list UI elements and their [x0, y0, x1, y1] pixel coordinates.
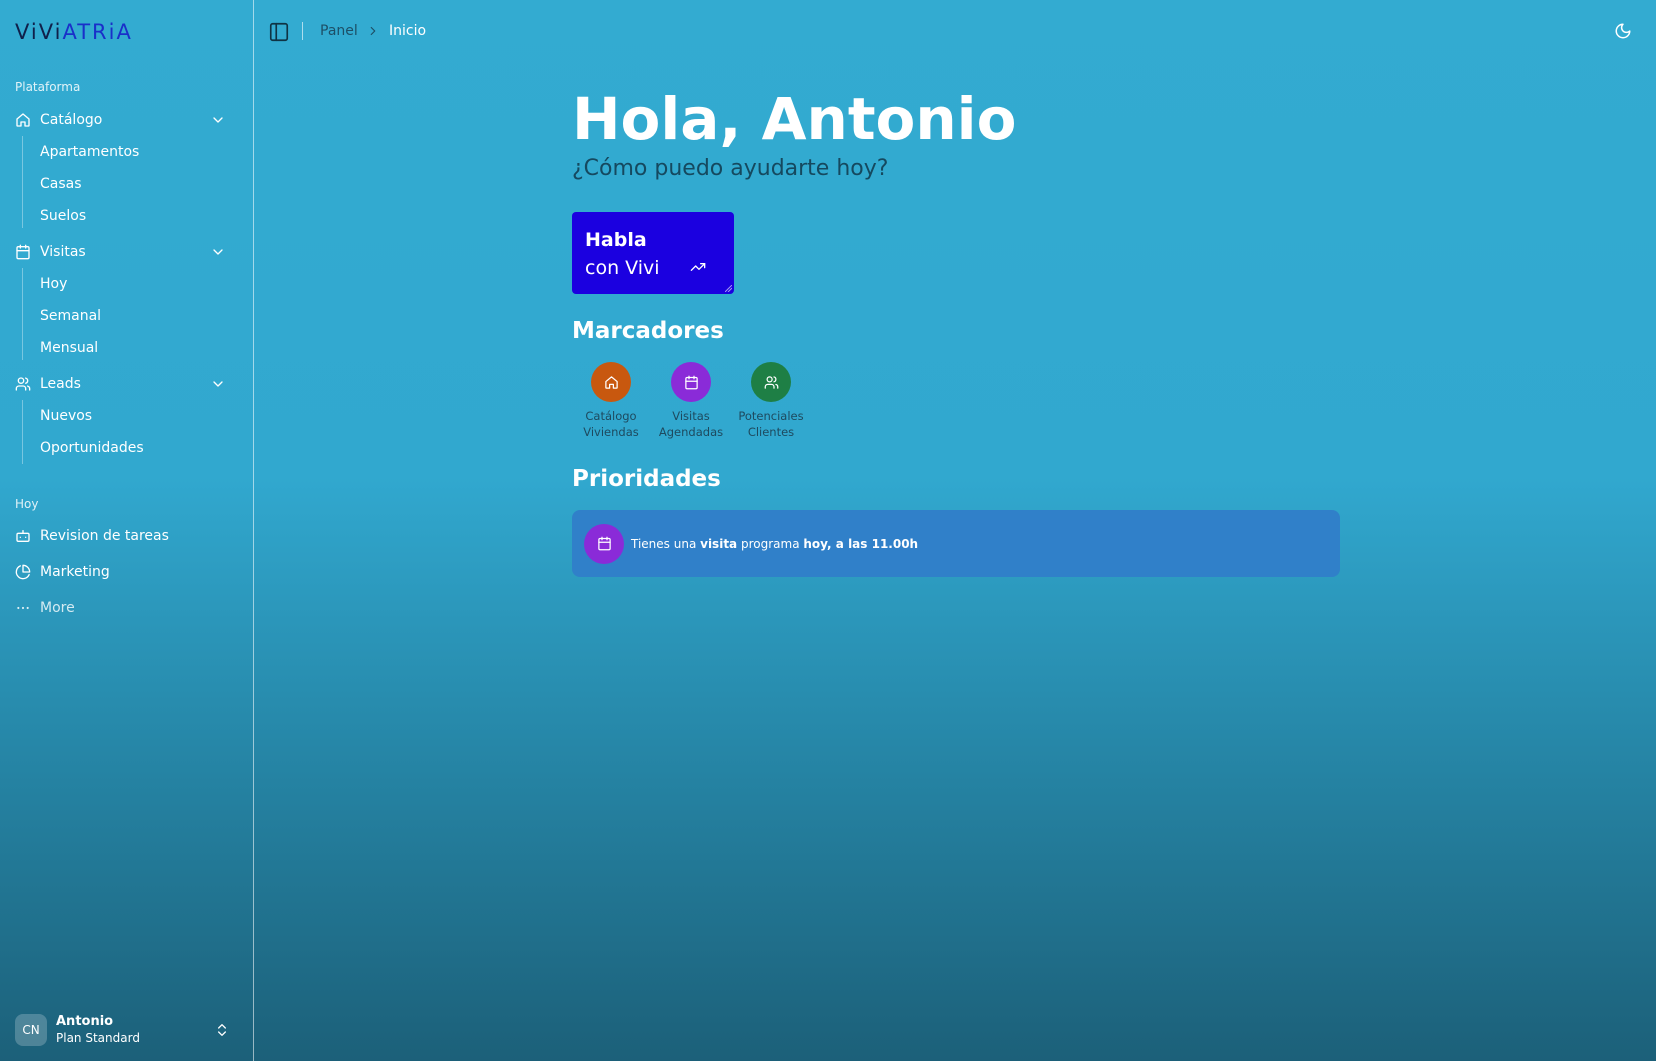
bookmark-label-line2: Agendadas	[658, 425, 724, 439]
pie-chart-icon	[15, 564, 31, 580]
chevron-down-icon[interactable]	[210, 244, 226, 260]
cta-line-2: con Vivi	[585, 257, 660, 279]
sidebar: ViVi ATRiA Plataforma Catálogo Apartament…	[0, 0, 254, 1061]
priority-text-part: programa	[737, 536, 804, 551]
sidebar-item-leads-label: Leads	[40, 376, 81, 392]
priority-text-visit: visita	[700, 536, 738, 551]
submenu-line	[22, 136, 23, 228]
chevron-right-icon	[366, 24, 380, 38]
submenu-line	[22, 268, 23, 360]
user-plan: Plan Standard	[56, 1031, 140, 1045]
users-icon	[15, 376, 31, 392]
home-icon	[15, 112, 31, 128]
sidebar-item-task-review[interactable]: Revision de tareas	[6, 521, 242, 551]
logo[interactable]: ViVi ATRiA	[15, 20, 133, 44]
sidebar-item-leads[interactable]: Leads	[6, 369, 242, 399]
bookmark-label: Catálogo Viviendas	[574, 408, 648, 440]
sidebar-item-marketing-label: Marketing	[40, 564, 110, 580]
priority-text: Tienes una visita programa hoy, a las 11…	[631, 537, 918, 551]
bookmarks-title: Marcadores	[572, 318, 724, 344]
talk-to-vivi-button[interactable]: Habla con Vivi	[572, 212, 734, 294]
section-label-today: Hoy	[15, 497, 39, 511]
resize-grip-icon	[725, 285, 732, 292]
sidebar-item-task-review-label: Revision de tareas	[40, 528, 169, 544]
bookmark-label: Visitas Agendadas	[654, 408, 728, 440]
chevron-down-icon[interactable]	[210, 112, 226, 128]
page-subtitle: ¿Cómo puedo ayudarte hoy?	[572, 156, 889, 181]
sidebar-item-catalog[interactable]: Catálogo	[6, 105, 242, 135]
sidebar-subitem-land[interactable]: Suelos	[33, 203, 86, 229]
greeting-prefix: Hola,	[572, 85, 762, 153]
home-icon	[604, 375, 618, 389]
bookmark-leads[interactable]: Potenciales Clientes	[734, 362, 808, 440]
sidebar-item-marketing[interactable]: Marketing	[6, 557, 242, 587]
greeting-name: Antonio	[761, 85, 1017, 153]
chevron-down-icon[interactable]	[210, 376, 226, 392]
bookmark-label-line2: Clientes	[747, 425, 795, 439]
topbar: Panel Inicio	[254, 0, 1656, 64]
bot-icon	[15, 528, 31, 544]
avatar: CN	[15, 1014, 47, 1046]
sidebar-subitem-monthly[interactable]: Mensual	[33, 335, 98, 361]
trending-up-icon	[690, 259, 706, 275]
sidebar-toggle-icon[interactable]	[268, 21, 290, 43]
user-menu[interactable]: CN Antonio Plan Standard	[8, 1010, 246, 1050]
bookmark-catalog[interactable]: Catálogo Viviendas	[574, 362, 648, 440]
more-horizontal-icon	[15, 600, 31, 616]
logo-part-1: ViVi	[15, 20, 63, 44]
priorities-title: Prioridades	[572, 466, 721, 492]
sidebar-subitem-apartments[interactable]: Apartamentos	[33, 139, 139, 165]
sidebar-subitem-today[interactable]: Hoy	[33, 271, 67, 297]
calendar-icon	[684, 375, 698, 389]
moon-icon[interactable]	[1614, 22, 1632, 40]
sidebar-subitem-weekly[interactable]: Semanal	[33, 303, 101, 329]
page-title: Hola, Antonio	[572, 84, 1016, 154]
priority-text-time: hoy, a las 11.00h	[803, 536, 919, 551]
bookmark-icon-circle	[671, 362, 711, 402]
bookmark-label-line1: Catálogo	[585, 409, 637, 423]
bookmark-label-line1: Visitas	[672, 409, 710, 423]
sidebar-subitem-houses[interactable]: Casas	[33, 171, 82, 197]
chevrons-up-down-icon	[214, 1022, 230, 1038]
sidebar-item-catalog-label: Catálogo	[40, 112, 103, 128]
sidebar-subitem-new[interactable]: Nuevos	[33, 403, 92, 429]
section-label-platform: Plataforma	[15, 80, 81, 94]
calendar-icon	[597, 536, 611, 551]
cta-line-1: Habla	[585, 229, 647, 251]
logo-part-2: ATRiA	[62, 20, 133, 44]
priority-card[interactable]: Tienes una visita programa hoy, a las 11…	[572, 510, 1340, 577]
bookmark-label-line1: Potenciales	[738, 409, 804, 423]
calendar-icon	[15, 244, 31, 260]
sidebar-item-more-label: More	[40, 600, 75, 616]
bookmark-icon-circle	[591, 362, 631, 402]
user-name: Antonio	[56, 1014, 114, 1029]
bookmark-icon-circle	[751, 362, 791, 402]
bookmark-visits[interactable]: Visitas Agendadas	[654, 362, 728, 440]
breadcrumb-panel[interactable]: Panel	[320, 23, 358, 39]
sidebar-item-visits[interactable]: Visitas	[6, 237, 242, 267]
bookmark-label: Potenciales Clientes	[734, 408, 808, 440]
submenu-line	[22, 400, 23, 464]
topbar-divider	[302, 22, 303, 40]
priority-text-part: Tienes una	[631, 536, 701, 551]
priority-icon-circle	[584, 523, 624, 564]
sidebar-item-more[interactable]: More	[6, 593, 242, 623]
breadcrumb-current: Inicio	[389, 23, 427, 39]
users-icon	[764, 375, 778, 389]
sidebar-subitem-opportunities[interactable]: Oportunidades	[33, 435, 144, 461]
sidebar-item-visits-label: Visitas	[40, 244, 86, 260]
bookmark-label-line2: Viviendas	[583, 425, 639, 439]
